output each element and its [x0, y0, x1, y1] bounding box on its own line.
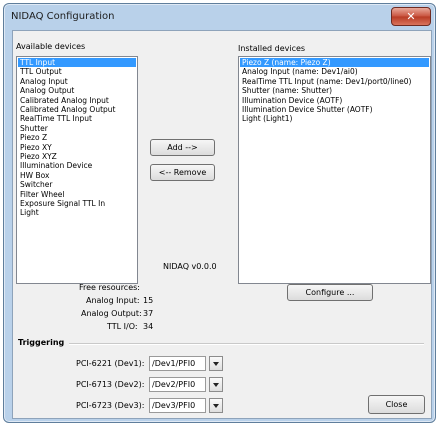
window-close-button[interactable]: ✕	[391, 7, 431, 26]
trigger-row-label: PCI-6713 (Dev2):	[76, 380, 145, 389]
installed-devices-label: Installed devices	[238, 44, 306, 53]
installed-device-list-item[interactable]: Piezo Z (name: Piezo Z)	[240, 58, 429, 67]
remove-button[interactable]: <-- Remove	[150, 164, 215, 181]
available-device-list-item[interactable]: Calibrated Analog Output	[18, 105, 136, 114]
trigger-dev2-select[interactable]: /Dev2/PFI0	[149, 377, 223, 392]
installed-device-list-item[interactable]: Shutter (name: Shutter)	[240, 86, 429, 95]
close-button[interactable]: Close	[368, 395, 425, 414]
analog-input-resource-label: Analog Input:	[86, 296, 140, 305]
chevron-down-icon	[213, 383, 219, 387]
title-bar[interactable]: NIDAQ Configuration ✕	[4, 4, 435, 30]
available-device-list-item[interactable]: Piezo XYZ	[18, 152, 136, 161]
configure-button[interactable]: Configure ...	[287, 284, 373, 301]
chevron-down-icon	[213, 404, 219, 408]
triggering-label: Triggering	[18, 338, 65, 347]
add-button[interactable]: Add -->	[150, 139, 215, 156]
available-device-list-item[interactable]: Analog Output	[18, 86, 136, 95]
installed-device-list-item[interactable]: Illumination Device Shutter (AOTF)	[240, 105, 429, 114]
installed-device-list-item[interactable]: Analog Input (name: Dev1/ai0)	[240, 67, 429, 76]
available-device-list-item[interactable]: Illumination Device	[18, 161, 136, 170]
available-device-list-item[interactable]: Analog Input	[18, 77, 136, 86]
close-icon: ✕	[406, 10, 416, 23]
trigger-row-label: PCI-6723 (Dev3):	[76, 401, 145, 410]
chevron-down-icon	[213, 362, 219, 366]
analog-input-resource-value: 15	[143, 296, 154, 305]
available-device-list-item[interactable]: Switcher	[18, 180, 136, 189]
installed-device-list-item[interactable]: Light (Light1)	[240, 114, 429, 123]
available-device-list-item[interactable]: Exposure Signal TTL In	[18, 199, 136, 208]
available-devices-label: Available devices	[16, 42, 86, 51]
window-title: NIDAQ Configuration	[11, 11, 115, 22]
available-device-list-item[interactable]: TTL Output	[18, 67, 136, 76]
free-resources-label: Free resources:	[79, 283, 140, 292]
available-device-list-item[interactable]: Filter Wheel	[18, 190, 136, 199]
analog-output-resource-label: Analog Output:	[81, 309, 142, 318]
available-device-list-item[interactable]: Calibrated Analog Input	[18, 96, 136, 105]
trigger-dev2-value[interactable]: /Dev2/PFI0	[149, 377, 206, 392]
available-device-list-item[interactable]: Shutter	[18, 124, 136, 133]
available-device-list-item[interactable]: RealTime TTL Input	[18, 114, 136, 123]
trigger-dev3-select[interactable]: /Dev3/PFI0	[149, 398, 223, 413]
trigger-row-label: PCI-6221 (Dev1):	[76, 359, 145, 368]
triggering-divider	[69, 343, 424, 345]
installed-device-list-item[interactable]: Illumination Device (AOTF)	[240, 96, 429, 105]
ttl-resource-label: TTL I/O:	[107, 322, 138, 331]
available-device-list-item[interactable]: HW Box	[18, 171, 136, 180]
version-label: NIDAQ v0.0.0	[163, 262, 217, 271]
ttl-resource-value: 34	[143, 322, 154, 331]
trigger-dev1-value[interactable]: /Dev1/PFI0	[149, 356, 206, 371]
installed-device-list-item[interactable]: RealTime TTL Input (name: Dev1/port0/lin…	[240, 77, 429, 86]
available-devices-list[interactable]: TTL Input TTL Output Analog Input Analog Ou…	[16, 56, 138, 284]
trigger-dev3-dropdown-button[interactable]	[209, 398, 223, 413]
dialog-client: Available devices TTL Input TTL Output Ana…	[12, 30, 432, 419]
installed-devices-list[interactable]: Piezo Z (name: Piezo Z) Analog Input (nam…	[238, 56, 431, 284]
trigger-dev1-dropdown-button[interactable]	[209, 356, 223, 371]
analog-output-resource-value: 37	[143, 309, 154, 318]
available-device-list-item[interactable]: TTL Input	[18, 58, 136, 67]
available-device-list-item[interactable]: Light	[18, 208, 136, 217]
trigger-dev2-dropdown-button[interactable]	[209, 377, 223, 392]
trigger-dev3-value[interactable]: /Dev3/PFI0	[149, 398, 206, 413]
available-device-list-item[interactable]: Piezo XY	[18, 143, 136, 152]
trigger-dev1-select[interactable]: /Dev1/PFI0	[149, 356, 223, 371]
available-device-list-item[interactable]: Piezo Z	[18, 133, 136, 142]
dialog-window: NIDAQ Configuration ✕ Available devices …	[3, 3, 436, 423]
